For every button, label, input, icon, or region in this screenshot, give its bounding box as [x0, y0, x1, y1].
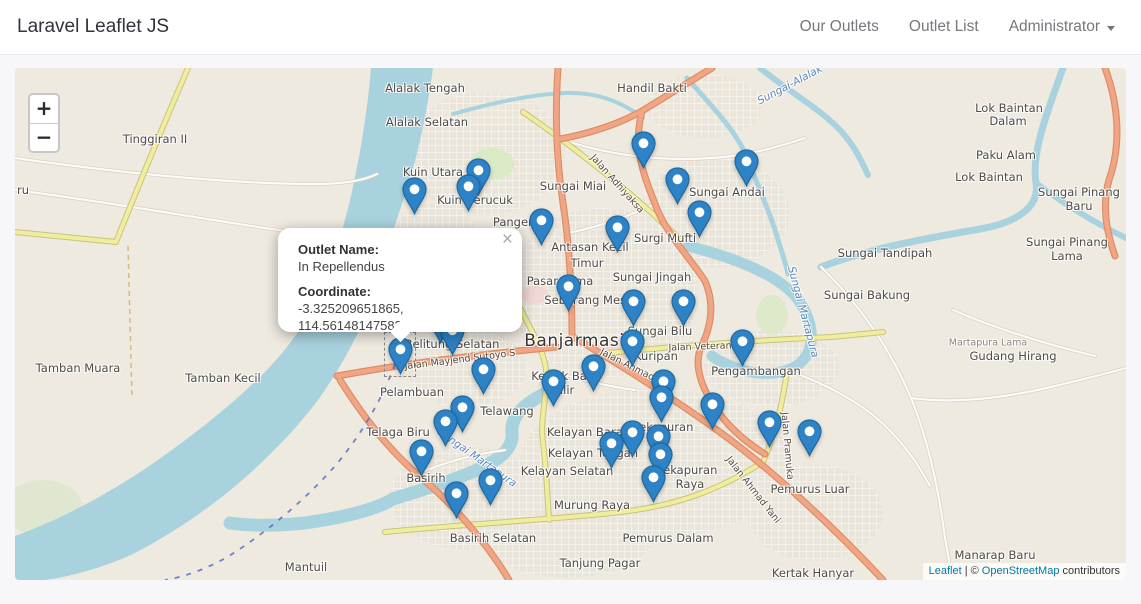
zoom-control: + −	[28, 93, 60, 153]
nav-administrator-dropdown[interactable]: Administrator	[1009, 18, 1115, 36]
map-marker[interactable]	[433, 409, 458, 447]
nav-our-outlets[interactable]: Our Outlets	[800, 18, 879, 36]
popup-outlet-name-value: In Repellendus	[298, 258, 502, 275]
app-brand[interactable]: Laravel Leaflet JS	[0, 16, 169, 38]
leaflet-link[interactable]: Leaflet	[929, 565, 962, 577]
map-marker[interactable]	[471, 357, 496, 395]
map-marker[interactable]	[581, 354, 606, 392]
map-marker[interactable]	[620, 329, 645, 367]
outlet-popup: Outlet Name: In Repellendus Coordinate: …	[278, 228, 522, 332]
map-marker[interactable]	[605, 215, 630, 253]
map-marker[interactable]	[700, 392, 725, 430]
map-marker[interactable]	[757, 410, 782, 448]
map-marker[interactable]	[671, 289, 696, 327]
map-marker[interactable]	[444, 481, 469, 519]
attribution-copyright: ©	[971, 565, 979, 577]
map-marker[interactable]	[478, 468, 503, 506]
nav-administrator-label: Administrator	[1009, 18, 1100, 36]
leaflet-map[interactable]: Alalak TengahHandil BaktiAlalak SelatanL…	[15, 68, 1126, 580]
zoom-out-button[interactable]: −	[30, 123, 58, 151]
map-tiles	[15, 68, 1126, 580]
nav-links: Our Outlets Outlet List Administrator	[800, 18, 1141, 36]
osm-link[interactable]: OpenStreetMap	[982, 565, 1060, 577]
map-marker[interactable]	[409, 439, 434, 477]
map-marker[interactable]	[541, 369, 566, 407]
popup-coordinate-value: -3.325209651865, 114.56148147583	[298, 300, 502, 334]
nav-outlet-list[interactable]: Outlet List	[909, 18, 979, 36]
map-marker[interactable]	[402, 177, 427, 215]
map-marker[interactable]	[797, 419, 822, 457]
navbar: Laravel Leaflet JS Our Outlets Outlet Li…	[0, 0, 1141, 55]
map-marker[interactable]	[456, 174, 481, 212]
popup-close-button[interactable]: ×	[502, 231, 513, 248]
map-marker[interactable]	[730, 329, 755, 367]
map-marker[interactable]	[687, 200, 712, 238]
attribution-suffix: contributors	[1063, 565, 1120, 577]
popup-coordinate-label: Coordinate:	[298, 283, 502, 300]
map-marker[interactable]	[529, 208, 554, 246]
attribution-separator: |	[965, 565, 968, 577]
chevron-down-icon	[1107, 26, 1115, 31]
map-attribution: Leaflet | © OpenStreetMap contributors	[923, 563, 1126, 580]
map-marker[interactable]	[631, 131, 656, 169]
map-marker[interactable]	[599, 431, 624, 469]
zoom-in-button[interactable]: +	[30, 95, 58, 123]
map-marker[interactable]	[621, 289, 646, 327]
map-marker[interactable]	[556, 274, 581, 312]
map-marker[interactable]	[641, 465, 666, 503]
popup-outlet-name-label: Outlet Name:	[298, 241, 502, 258]
map-marker[interactable]	[649, 385, 674, 423]
map-marker[interactable]	[734, 149, 759, 187]
